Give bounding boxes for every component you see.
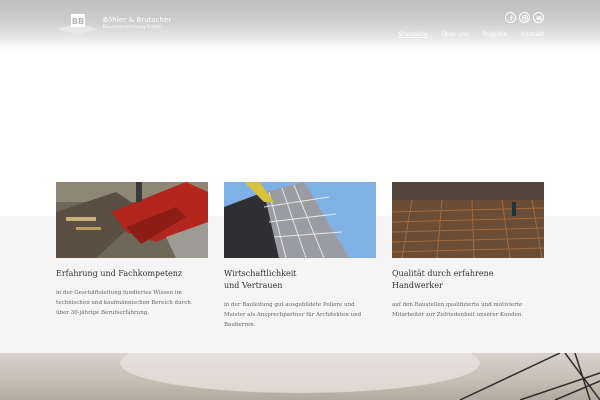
nav-item-startseite[interactable]: Startseite xyxy=(398,31,427,38)
mail-button[interactable] xyxy=(533,12,544,23)
nav-item-projekte[interactable]: Projekte xyxy=(483,31,507,38)
social-links xyxy=(502,12,544,23)
instagram-icon xyxy=(521,14,528,21)
site-header: BB Böhler & Brutscher Bauunternehmung Gm… xyxy=(0,0,600,50)
facebook-button[interactable] xyxy=(505,12,516,23)
nav-item-kontakt[interactable]: Kontakt xyxy=(521,31,544,38)
rebar-image xyxy=(392,182,544,258)
feature-card: Wirtschaftlichkeit und Vertrauen in der … xyxy=(224,182,376,330)
logo-mark-icon: BB xyxy=(58,14,98,35)
feature-card: Erfahrung und Fachkompetenz in der Gesch… xyxy=(56,182,208,318)
facebook-icon xyxy=(509,14,513,21)
feature-text: auf den Baustellen qualifizierte und mot… xyxy=(392,302,524,318)
company-logo[interactable]: BB Böhler & Brutscher Bauunternehmung Gm… xyxy=(58,13,198,35)
company-subtitle: Bauunternehmung GmbH xyxy=(103,25,161,31)
mail-icon xyxy=(535,15,542,20)
logo-text: Böhler & Brutscher Bauunternehmung GmbH xyxy=(103,17,171,31)
main-nav: Startseite Über uns Projekte Kontakt xyxy=(384,31,544,38)
company-name: Böhler & Brutscher xyxy=(103,16,172,25)
feature-text: in der Geschäftsleitung fundiertes Wisse… xyxy=(56,290,191,316)
feature-title: Erfahrung und Fachkompetenz xyxy=(56,269,183,278)
construction-hero-image xyxy=(0,353,600,400)
scaffolding-image xyxy=(224,182,376,258)
feature-title: Qualität durch erfahrene Handwerker xyxy=(392,269,494,290)
formwork-image xyxy=(56,182,208,258)
feature-card: Qualität durch erfahrene Handwerker auf … xyxy=(392,182,544,320)
logo-mark-text: BB xyxy=(72,17,84,26)
feature-text: in der Bauleitung gut ausgebildete Polie… xyxy=(224,302,362,328)
instagram-button[interactable] xyxy=(519,12,530,23)
feature-title: Wirtschaftlichkeit und Vertrauen xyxy=(224,269,297,290)
nav-item-ueber-uns[interactable]: Über uns xyxy=(442,31,469,38)
